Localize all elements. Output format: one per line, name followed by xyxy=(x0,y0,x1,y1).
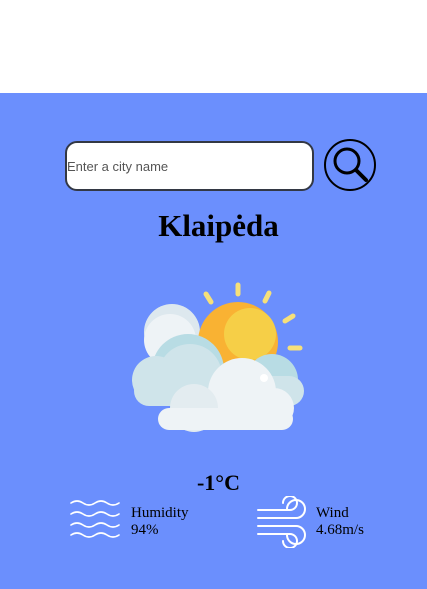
weather-card: Klaipėda -1°C xyxy=(0,93,427,589)
search-icon xyxy=(333,147,368,182)
humidity-value: 94% xyxy=(131,522,159,538)
wind-label: Wind xyxy=(316,505,349,521)
humidity-label: Humidity xyxy=(131,505,189,521)
partly-cloudy-sun-icon xyxy=(132,282,304,432)
wind-icon xyxy=(257,496,306,548)
city-name: Klaipėda xyxy=(158,208,279,243)
search-bar xyxy=(65,139,377,195)
wind-value: 4.68m/s xyxy=(316,522,364,538)
waves-icon xyxy=(70,500,120,538)
city-search-input[interactable] xyxy=(65,141,314,191)
search-button[interactable] xyxy=(324,139,376,191)
temperature: -1°C xyxy=(196,470,240,495)
